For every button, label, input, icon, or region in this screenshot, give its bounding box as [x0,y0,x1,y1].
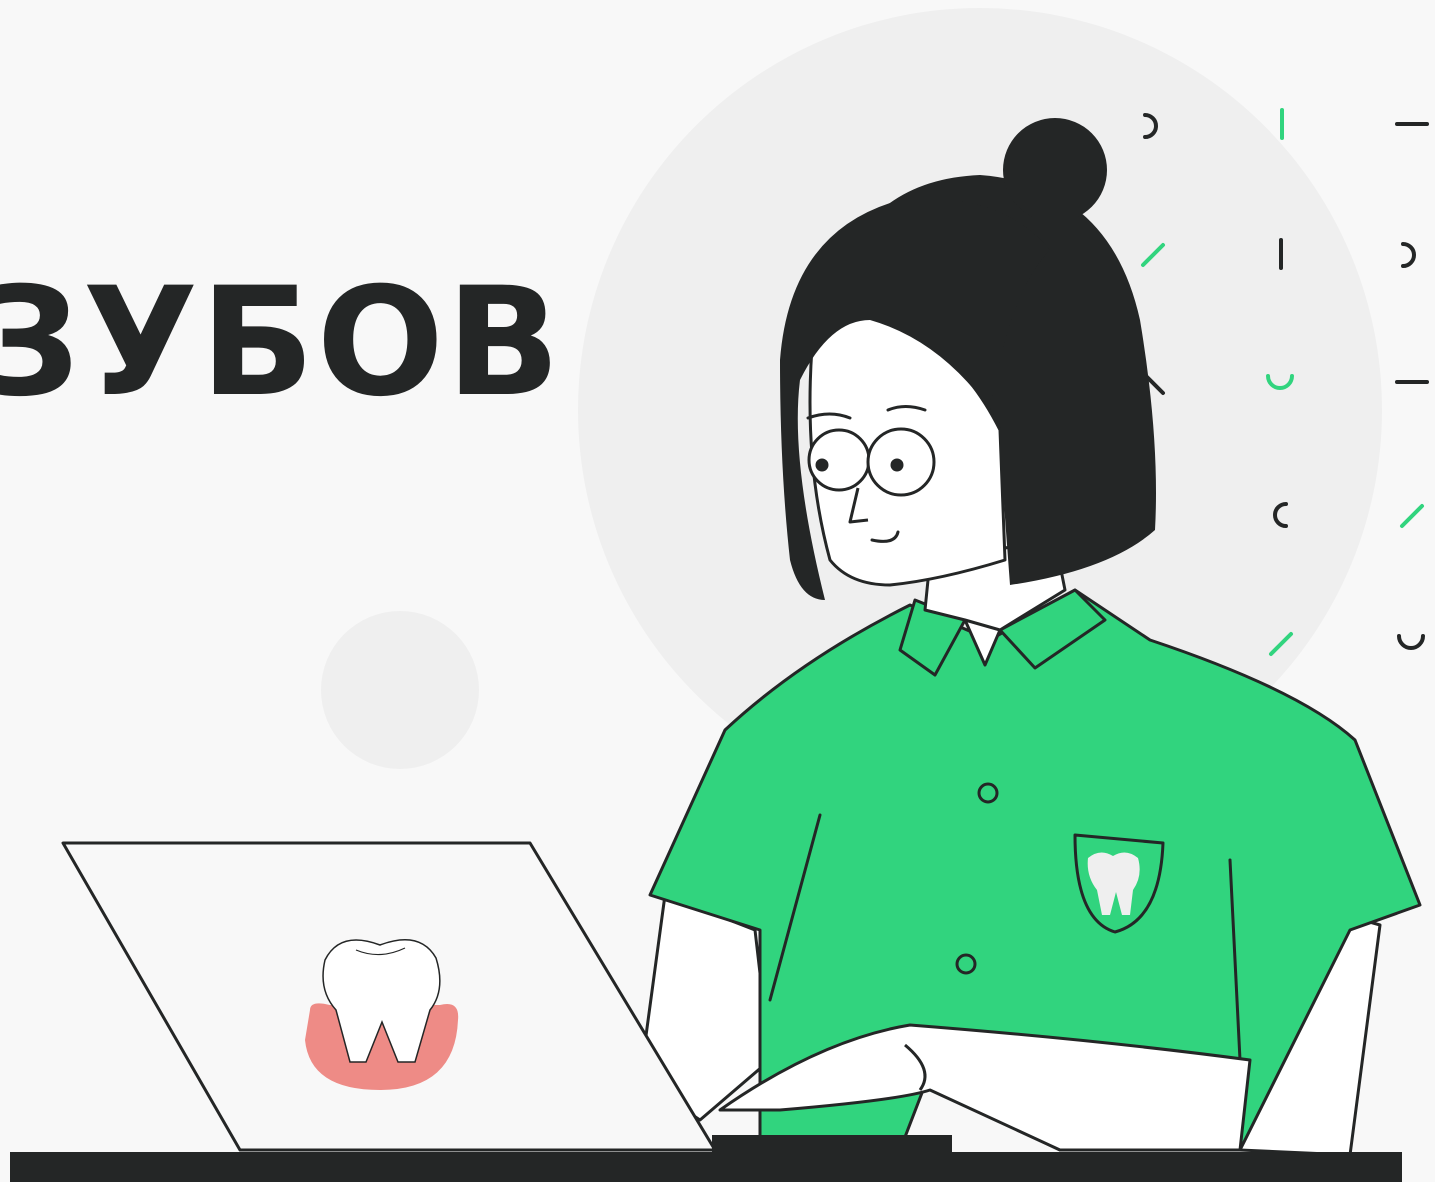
hair-bun [1003,118,1107,222]
shirt-button-top [977,782,999,804]
illustration-banner: ЗУБОВ [0,0,1435,1182]
desk [10,1152,1402,1182]
shirt-button-bottom [955,953,977,975]
dentist-illustration [10,8,1429,1182]
laptop-base [712,1135,952,1153]
small-background-circle [321,611,479,769]
tooth-with-gum-icon [305,939,459,1090]
